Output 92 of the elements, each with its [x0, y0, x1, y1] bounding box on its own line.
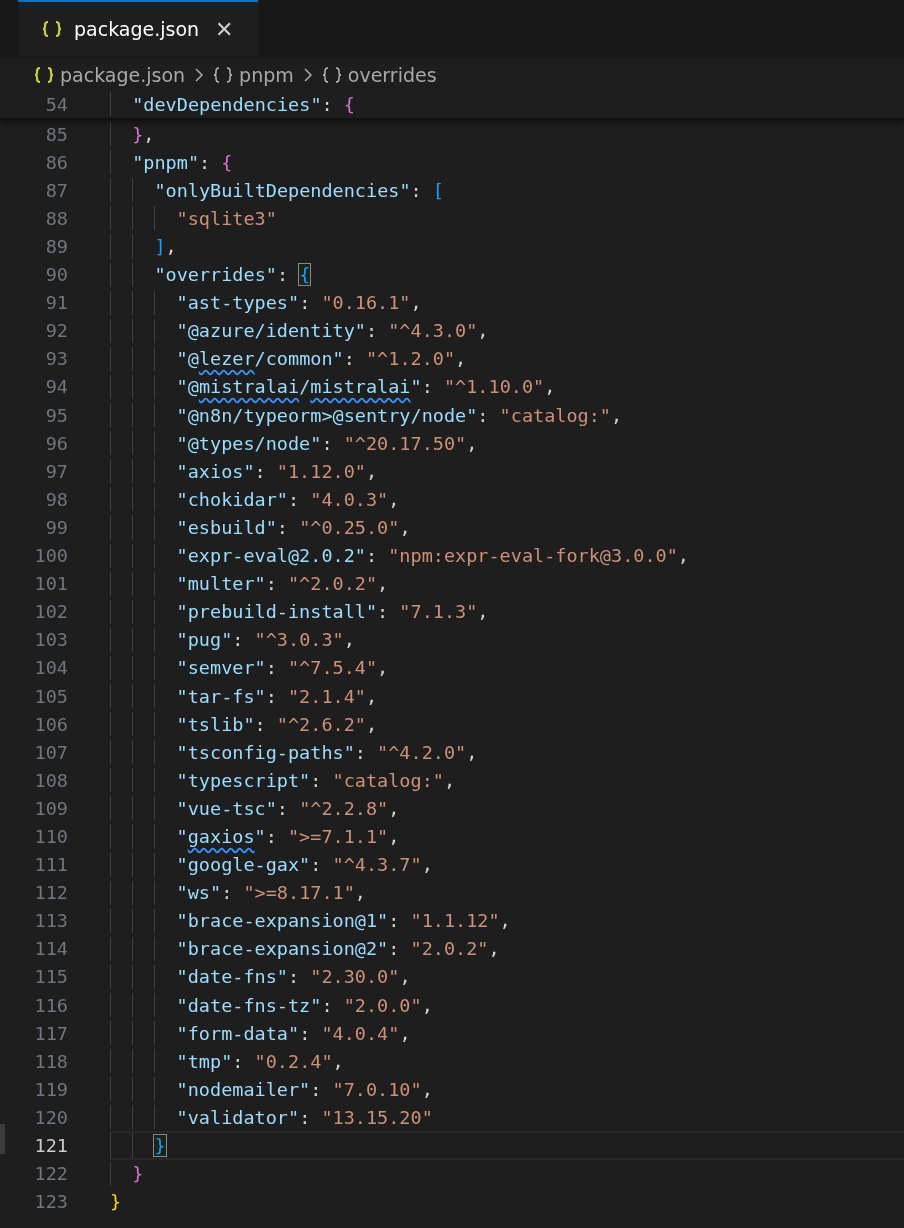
code-line: "semver": "^7.5.4",	[176, 657, 389, 679]
line-number: 113	[33, 910, 68, 932]
code-line: "pnpm": {	[132, 151, 233, 173]
line-number: 119	[33, 1078, 68, 1100]
line-number: 100	[33, 545, 68, 567]
code-line: "date-fns": "2.30.0",	[176, 966, 411, 988]
line-number: 88	[44, 207, 68, 229]
scroll-indicator	[0, 1123, 5, 1154]
braces-icon	[42, 20, 62, 38]
line-number: 110	[33, 826, 68, 847]
code-line: "gaxios": ">=7.1.1",	[176, 826, 400, 847]
code-line: "esbuild": "^0.25.0",	[176, 516, 411, 538]
line-number: 94	[44, 376, 68, 398]
code-line: "pug": "^3.0.3",	[176, 629, 355, 651]
breadcrumb-item[interactable]: package.json	[60, 64, 186, 86]
line-number: 101	[33, 573, 68, 595]
code-line: "vue-tsc": "^2.2.8",	[176, 797, 400, 819]
line-number: 90	[44, 264, 68, 286]
code-line: "validator": "13.15.20"	[176, 1106, 433, 1128]
line-number: 96	[44, 432, 68, 454]
code-line: "overrides": {	[154, 264, 311, 286]
braces-icon	[213, 66, 234, 84]
braces-icon	[34, 66, 54, 84]
line-number: 120	[33, 1106, 68, 1128]
code-line: "axios": "1.12.0",	[176, 460, 378, 482]
code-line: "brace-expansion@2": "2.0.2",	[176, 938, 500, 960]
line-number: 97	[44, 460, 68, 482]
line-number: 105	[33, 685, 68, 707]
code-line: "sqlite3"	[176, 207, 277, 229]
tab-title: package.json	[74, 18, 200, 40]
line-number: 98	[44, 488, 68, 510]
line-number: 107	[33, 741, 68, 763]
code-line: "ast-types": "0.16.1",	[176, 292, 422, 314]
sticky-code-line: "devDependencies": {	[132, 93, 355, 115]
line-number: 112	[33, 882, 68, 904]
line-number: 121	[33, 1135, 68, 1156]
chevron-icon	[301, 67, 314, 83]
line-number: 114	[33, 938, 68, 960]
line-number: 115	[33, 966, 68, 988]
code-line: "form-data": "4.0.4",	[176, 1022, 411, 1044]
braces-icon	[321, 66, 342, 84]
chevron-icon	[193, 67, 206, 83]
line-number: 99	[44, 516, 68, 538]
close-button[interactable]: ✕	[211, 16, 238, 42]
line-number: 116	[33, 994, 68, 1016]
line-number: 109	[33, 797, 68, 819]
line-number: 123	[33, 1191, 68, 1213]
editor-tab[interactable]: package.json ✕	[18, 0, 258, 56]
breadcrumb-item[interactable]: overrides	[347, 64, 437, 86]
code-line: "ws": ">=8.17.1",	[176, 882, 366, 904]
line-number: 91	[44, 292, 68, 314]
line-number: 95	[44, 404, 68, 426]
line-number: 104	[33, 657, 68, 679]
code-line: "@azure/identity": "^4.3.0",	[176, 320, 489, 342]
code-line: "tmp": "0.2.4",	[176, 1050, 344, 1072]
line-number: 103	[33, 629, 68, 651]
code-line: },	[132, 123, 155, 145]
line-number: 118	[33, 1050, 68, 1072]
line-number: 92	[44, 320, 68, 342]
line-number: 108	[33, 769, 68, 791]
line-number: 85	[44, 123, 68, 145]
code-line: "chokidar": "4.0.3",	[176, 488, 400, 510]
code-line: "prebuild-install": "7.1.3",	[176, 601, 489, 623]
code-line: "@mistralai/mistralai": "^1.10.0",	[176, 376, 556, 398]
code-line: "tslib": "^2.6.2",	[176, 713, 378, 735]
line-number: 87	[44, 179, 68, 201]
code-line: "google-gax": "^4.3.7",	[176, 854, 433, 876]
line-number: 106	[33, 713, 68, 735]
code-line: "brace-expansion@1": "1.1.12",	[176, 910, 511, 932]
line-number: 117	[33, 1022, 68, 1044]
line-number: 93	[44, 348, 68, 370]
code-line: "@n8n/typeorm>@sentry/node": "catalog:",	[176, 404, 623, 426]
code-line: ],	[154, 236, 177, 257]
line-number: 86	[44, 151, 68, 173]
code-line: "nodemailer": "7.0.10",	[176, 1078, 433, 1100]
code-line: }	[110, 1191, 122, 1213]
line-number: 89	[44, 236, 68, 257]
code-line: "expr-eval@2.0.2": "npm:expr-eval-fork@3.0.0",	[176, 545, 689, 567]
code-line: "date-fns-tz": "2.0.0",	[176, 994, 433, 1016]
code-line: "tsconfig-paths": "^4.2.0",	[176, 741, 478, 763]
code-line: "typescript": "catalog:",	[176, 769, 456, 791]
line-number: 54	[44, 93, 68, 115]
code-line: "tar-fs": "2.1.4",	[176, 685, 378, 707]
breadcrumb-item[interactable]: pnpm	[239, 64, 294, 86]
line-number: 122	[33, 1163, 68, 1185]
code-line: "@lezer/common": "^1.2.0",	[176, 348, 467, 370]
line-number: 111	[33, 854, 68, 876]
code-line: "onlyBuiltDependencies": [	[154, 179, 444, 201]
code-line: }	[132, 1163, 144, 1185]
code-line: "multer": "^2.0.2",	[176, 573, 389, 595]
code-line: "@types/node": "^20.17.50",	[176, 432, 478, 454]
line-number: 102	[33, 601, 68, 623]
